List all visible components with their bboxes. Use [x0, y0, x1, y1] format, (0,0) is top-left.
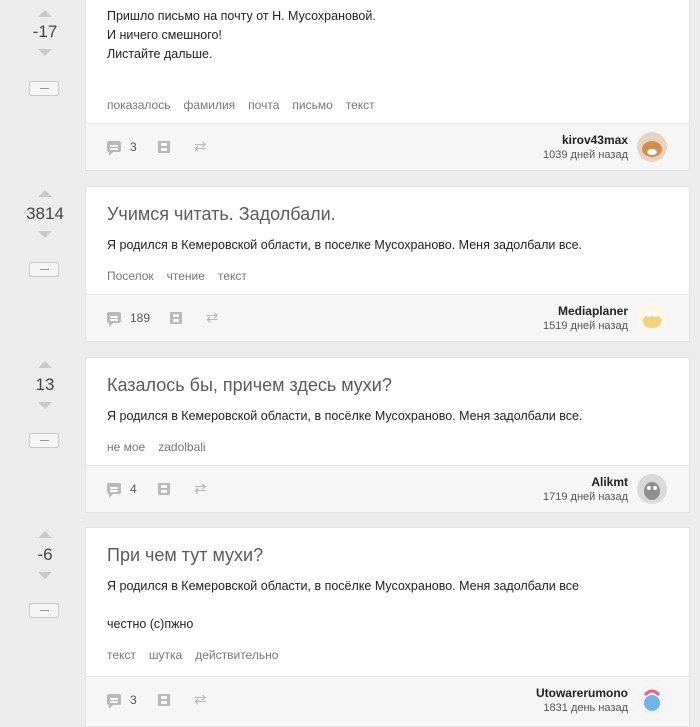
tag-list: текст шутка действительно [107, 648, 291, 662]
post-text-line: Листайте дальше. [107, 47, 213, 61]
tag[interactable]: почта [248, 98, 279, 112]
author-name[interactable]: Mediaplaner [558, 304, 628, 318]
post-time: 1719 дней назад [543, 491, 628, 503]
tag[interactable]: шутка [149, 648, 182, 662]
save-icon[interactable] [158, 694, 170, 706]
tag[interactable]: фамилия [183, 98, 235, 112]
post-text-line [107, 596, 579, 615]
comment-count[interactable]: 3 [130, 140, 137, 154]
post-text: Я родился в Кемеровской области, в посёл… [107, 577, 579, 634]
post-footer: 4 ⇄ Alikmt 1719 дней назад [86, 465, 689, 512]
post-text-line: Я родился в Кемеровской области, в посел… [107, 238, 583, 252]
avatar[interactable] [637, 474, 667, 504]
post-text: Пришло письмо на почту от Н. Мусохраново… [107, 7, 376, 64]
arrow-up-icon[interactable] [38, 190, 52, 197]
author-name[interactable]: Alikmt [591, 475, 628, 489]
tag[interactable]: текст [218, 269, 247, 283]
tag[interactable]: показалось [107, 98, 170, 112]
arrow-up-icon[interactable] [38, 531, 52, 538]
avatar[interactable] [637, 685, 667, 715]
tag-list: показалось фамилия почта письмо текст [107, 98, 388, 112]
share-icon[interactable]: ⇄ [206, 308, 219, 326]
post-card: Казалось бы, причем здесь мухи? Я родилс… [85, 357, 690, 513]
arrow-down-icon[interactable] [38, 231, 52, 238]
comment-count[interactable]: 189 [130, 311, 150, 325]
arrow-up-icon[interactable] [38, 10, 52, 17]
arrow-down-icon[interactable] [38, 572, 52, 579]
post-card: Учимся читать. Задолбали. Я родился в Ке… [85, 186, 690, 342]
post-text-line: Я родился в Кемеровской области, в посёл… [107, 579, 579, 593]
save-icon[interactable] [158, 483, 170, 495]
post-time: 1831 день назад [543, 702, 628, 714]
post-footer: 3 ⇄ kirov43max 1039 дней назад [86, 123, 689, 170]
post-text: Я родился в Кемеровской области, в посел… [107, 236, 582, 255]
comment-icon[interactable] [107, 694, 121, 709]
post-footer: 3 ⇄ Utowarerumono 1831 день назад [86, 676, 689, 723]
author-name[interactable]: kirov43max [562, 133, 628, 147]
rating-score: -17 [32, 22, 58, 41]
share-icon[interactable]: ⇄ [194, 690, 207, 708]
avatar[interactable] [637, 132, 667, 162]
share-icon[interactable]: ⇄ [194, 137, 207, 155]
comment-icon[interactable] [107, 141, 121, 156]
post-card: При чем тут мухи? Я родился в Кемеровско… [85, 527, 690, 727]
tag[interactable]: не мое [107, 440, 145, 454]
post-text-line: И ничего смешного! [107, 28, 222, 42]
save-icon[interactable] [170, 312, 182, 324]
post-card: Пришло письмо на почту от Н. Мусохраново… [85, 0, 690, 171]
arrow-up-icon[interactable] [38, 361, 52, 368]
post-time: 1519 дней назад [543, 320, 628, 332]
comment-icon[interactable] [107, 483, 121, 498]
hide-icon[interactable] [29, 433, 59, 448]
save-icon[interactable] [158, 141, 170, 153]
post-text-line: Пришло письмо на почту от Н. Мусохраново… [107, 9, 376, 23]
tag[interactable]: чтение [167, 269, 205, 283]
comment-icon[interactable] [107, 312, 121, 327]
rating-score: 13 [35, 375, 55, 394]
post-text-line: Я родился в Кемеровской области, в посёл… [107, 409, 583, 423]
post-title[interactable]: При чем тут мухи? [107, 545, 263, 566]
tag[interactable]: zadolbali [158, 440, 205, 454]
author-name[interactable]: Utowarerumono [536, 686, 628, 700]
comment-count[interactable]: 4 [130, 482, 137, 496]
tag[interactable]: текст [346, 98, 375, 112]
arrow-down-icon[interactable] [38, 49, 52, 56]
hide-icon[interactable] [29, 262, 59, 277]
tag[interactable]: Поселок [107, 269, 154, 283]
post-time: 1039 дней назад [543, 149, 628, 161]
rating-score: -6 [37, 545, 53, 564]
post-title[interactable]: Казалось бы, причем здесь мухи? [107, 375, 392, 396]
post-text: Я родился в Кемеровской области, в посёл… [107, 407, 582, 426]
comment-count[interactable]: 3 [130, 693, 137, 707]
post-footer: 189 ⇄ Mediaplaner 1519 дней назад [86, 294, 689, 341]
tag[interactable]: письмо [292, 98, 332, 112]
avatar[interactable] [637, 303, 667, 333]
tag[interactable]: текст [107, 648, 136, 662]
post-text-line: честно (с)пжно [107, 617, 194, 631]
post-title[interactable]: Учимся читать. Задолбали. [107, 204, 336, 225]
tag-list: Поселок чтение текст [107, 269, 260, 283]
arrow-down-icon[interactable] [38, 402, 52, 409]
tag-list: не мое zadolbali [107, 440, 219, 454]
tag[interactable]: действительно [195, 648, 278, 662]
share-icon[interactable]: ⇄ [194, 479, 207, 497]
hide-icon[interactable] [29, 81, 59, 96]
hide-icon[interactable] [29, 603, 59, 618]
rating-score: 3814 [26, 204, 64, 223]
